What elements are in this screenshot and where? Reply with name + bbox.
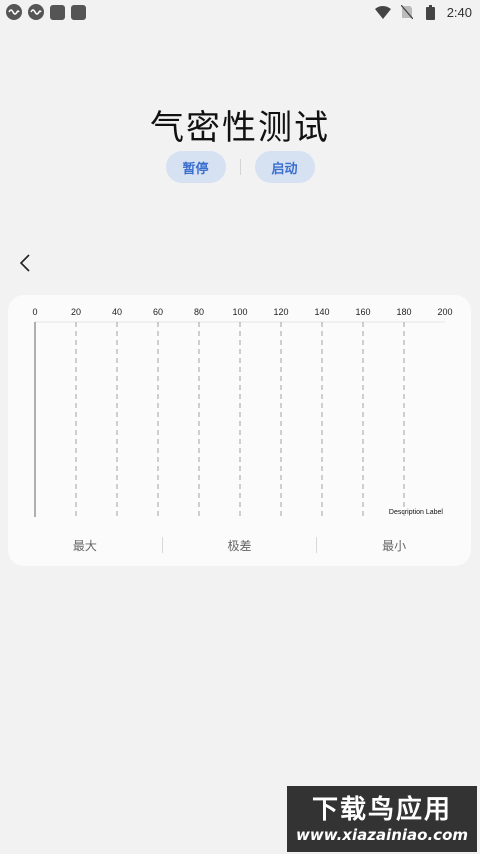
action-row: 暂停 启动	[0, 151, 480, 183]
app-square-icon	[50, 4, 65, 20]
x-tick-label: 140	[314, 307, 329, 317]
watermark-title: 下载鸟应用	[311, 795, 452, 825]
stat-max: 最大	[72, 538, 97, 553]
status-time: 2:40	[446, 4, 472, 20]
cn-badge-icon	[28, 4, 44, 20]
no-sim-icon	[399, 4, 415, 20]
x-tick-label: 180	[396, 307, 411, 317]
watermark: 下载鸟应用 www.xiazainiao.com	[287, 786, 477, 852]
watermark-url: www.xiazainiao.com	[295, 826, 469, 844]
stat-range: 极差	[227, 538, 252, 553]
x-tick-label: 160	[355, 307, 370, 317]
stats-row: 最大 极差 最小	[8, 535, 471, 555]
x-tick-label: 20	[71, 307, 81, 317]
status-right: 2:40	[374, 4, 472, 20]
stat-min: 最小	[382, 538, 407, 553]
page-title: 气密性测试	[150, 108, 330, 148]
x-tick-label: 60	[153, 307, 163, 317]
action-divider	[239, 159, 241, 175]
description-label: Description Label	[389, 509, 444, 516]
chart-card: 0 20 40 60 80 100 120 140 160 180 200 Description L…	[8, 295, 471, 566]
chart: 0 20 40 60 80 100 120 140 160 180 200 Description L…	[32, 307, 453, 517]
app-square-icon	[71, 4, 86, 20]
wifi-icon	[374, 4, 391, 20]
x-tick-label: 200	[437, 307, 452, 317]
x-tick-label: 40	[112, 307, 122, 317]
status-left	[6, 4, 86, 20]
status-bar: 2:40	[0, 0, 480, 24]
cn-badge-icon	[6, 4, 22, 20]
x-tick-label: 100	[232, 307, 247, 317]
chevron-left-icon	[19, 254, 30, 272]
back-button[interactable]	[14, 252, 36, 274]
x-tick-label: 80	[194, 307, 204, 317]
x-tick-label: 0	[32, 307, 37, 317]
pause-button[interactable]: 暂停	[165, 151, 226, 183]
start-button[interactable]: 启动	[254, 151, 315, 183]
x-tick-label: 120	[273, 307, 288, 317]
battery-icon	[423, 4, 439, 20]
